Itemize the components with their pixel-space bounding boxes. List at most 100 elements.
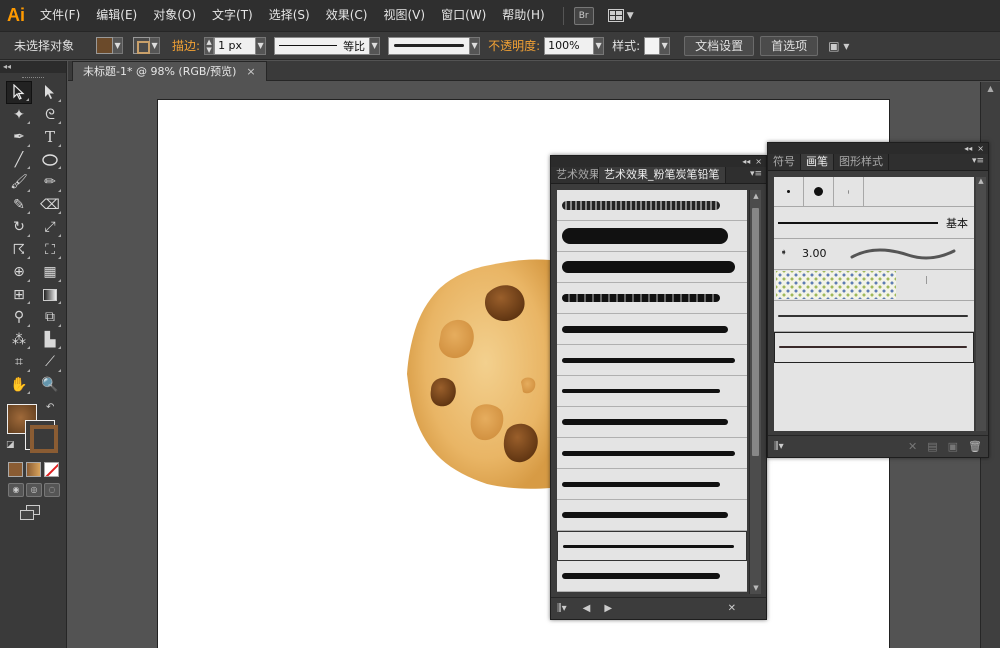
menu-file[interactable]: 文件(F) bbox=[32, 0, 88, 31]
swap-fill-stroke-icon[interactable]: ↶ bbox=[46, 402, 54, 413]
remove-stroke-icon[interactable]: ✕ bbox=[908, 440, 917, 453]
brush-libraries-menu-icon[interactable]: ⫼▾ bbox=[774, 441, 784, 452]
brush-dropdown[interactable]: ▼ bbox=[470, 36, 481, 55]
stroke-weight-dropdown[interactable]: ▼ bbox=[256, 36, 267, 55]
panel-titlebar[interactable]: ◂◂ × bbox=[551, 156, 766, 167]
rotate-tool-icon[interactable]: ↻ bbox=[6, 216, 32, 239]
mesh-tool-icon[interactable]: ⊞ bbox=[6, 284, 32, 307]
free-transform-tool-icon[interactable]: ⛶ bbox=[37, 239, 63, 262]
stroke-color-dropdown[interactable]: ▼ bbox=[133, 37, 161, 54]
close-icon[interactable]: × bbox=[246, 62, 255, 81]
column-graph-tool-icon[interactable]: ▙ bbox=[37, 329, 63, 352]
artboard-tool-icon[interactable]: ⌗ bbox=[6, 351, 32, 374]
panel-menu-icon[interactable]: ▾≡ bbox=[972, 156, 984, 166]
opacity-dropdown[interactable]: ▼ bbox=[594, 36, 605, 55]
arrange-icon[interactable]: ▣ ▾ bbox=[828, 39, 849, 53]
calligraphic-brush-3[interactable] bbox=[834, 176, 864, 207]
charcoal-brush-cell[interactable] bbox=[557, 283, 747, 314]
line-segment-tool-icon[interactable]: ╱ bbox=[6, 149, 32, 172]
magic-wand-tool-icon[interactable]: ✦ bbox=[6, 104, 32, 127]
stroke-weight-input[interactable]: 1 px bbox=[214, 36, 257, 55]
menu-object[interactable]: 对象(O) bbox=[145, 0, 204, 31]
charcoal-brush-cell[interactable] bbox=[557, 345, 747, 376]
pattern-brush-row[interactable] bbox=[774, 270, 974, 301]
charcoal-brush-cell[interactable] bbox=[557, 469, 747, 500]
collapse-icon[interactable]: ◂◂ bbox=[742, 157, 750, 166]
brush-library-menu-icon[interactable]: ⫼▾ bbox=[557, 603, 567, 614]
basic-brush-row[interactable]: 基本 bbox=[774, 207, 974, 239]
blob-brush-tool-icon[interactable]: ✎ bbox=[6, 194, 32, 217]
new-brush-icon[interactable]: ▣ bbox=[948, 440, 958, 453]
charcoal-brush-cell[interactable] bbox=[557, 438, 747, 469]
tab-graphic-styles[interactable]: 图形样式 bbox=[834, 154, 889, 170]
screen-mode-icon[interactable] bbox=[20, 505, 42, 521]
stroke-weight-stepper[interactable]: ▲ ▼ bbox=[204, 36, 215, 55]
draw-inside-icon[interactable]: ◌ bbox=[44, 483, 60, 497]
calligraphic-brush-2[interactable] bbox=[804, 176, 834, 207]
charcoal-brush-cell[interactable] bbox=[557, 376, 747, 407]
tab-chalk-charcoal-pencil[interactable]: 艺术效果_粉笔炭笔铅笔 bbox=[599, 167, 726, 183]
tab-symbols[interactable]: 符号 bbox=[768, 154, 801, 170]
stroke-color-box[interactable] bbox=[25, 420, 58, 453]
calligraphic-brush-1[interactable] bbox=[774, 176, 804, 207]
menu-help[interactable]: 帮助(H) bbox=[494, 0, 552, 31]
art-brush-row[interactable]: ➧ 3.00 bbox=[774, 239, 974, 270]
gradient-mode-icon[interactable] bbox=[26, 462, 41, 477]
document-setup-button[interactable]: 文档设置 bbox=[684, 35, 755, 56]
scroll-up-icon[interactable]: ▲ bbox=[750, 192, 762, 200]
panel-titlebar[interactable]: ◂◂ × bbox=[768, 143, 988, 154]
fill-color-dropdown[interactable]: ▼ bbox=[96, 37, 124, 54]
charcoal-brush-cell[interactable] bbox=[557, 221, 747, 252]
menu-type[interactable]: 文字(T) bbox=[204, 0, 261, 31]
slice-tool-icon[interactable]: ⟋ bbox=[37, 351, 63, 374]
scroll-down-icon[interactable]: ▼ bbox=[750, 584, 762, 592]
charcoal-brush-cell[interactable] bbox=[557, 561, 747, 592]
tab-artistic-effects[interactable]: 艺术效果 bbox=[551, 167, 599, 183]
charcoal-brush-cell[interactable] bbox=[557, 252, 747, 283]
perspective-grid-tool-icon[interactable]: ▦ bbox=[37, 261, 63, 284]
arrange-documents-button[interactable]: ▼ bbox=[607, 9, 634, 22]
eyedropper-tool-icon[interactable]: ⚲ bbox=[6, 306, 32, 329]
type-tool-icon[interactable]: T bbox=[37, 126, 63, 149]
zoom-tool-icon[interactable]: 🔍 bbox=[37, 374, 63, 397]
close-icon[interactable]: × bbox=[977, 144, 984, 153]
pen-tool-icon[interactable]: ✒ bbox=[6, 126, 32, 149]
eraser-tool-icon[interactable]: ⌫ bbox=[37, 194, 63, 217]
style-dropdown[interactable]: ▼ bbox=[660, 36, 671, 55]
draw-behind-icon[interactable]: ◎ bbox=[26, 483, 42, 497]
color-mode-icon[interactable] bbox=[8, 462, 23, 477]
draw-normal-icon[interactable]: ◉ bbox=[8, 483, 24, 497]
menu-edit[interactable]: 编辑(E) bbox=[88, 0, 145, 31]
hand-tool-icon[interactable]: ✋ bbox=[6, 374, 32, 397]
charcoal-brush-row-1[interactable] bbox=[774, 301, 974, 332]
scale-tool-icon[interactable]: ⤢ bbox=[37, 216, 63, 239]
graphic-style-swatch[interactable] bbox=[644, 36, 661, 55]
direct-selection-tool-icon[interactable] bbox=[37, 81, 63, 104]
delete-brush-icon[interactable]: 🗑 bbox=[968, 440, 982, 453]
charcoal-brush-cell[interactable] bbox=[557, 190, 747, 221]
ellipse-tool-icon[interactable] bbox=[37, 149, 63, 172]
document-tab[interactable]: 未标题-1* @ 98% (RGB/预览) × bbox=[72, 61, 267, 81]
previous-library-icon[interactable]: ◀ bbox=[583, 603, 591, 614]
brush-list-scrollbar[interactable]: ▲ ▼ bbox=[749, 190, 761, 594]
collapse-icon[interactable]: ◂◂ bbox=[964, 144, 972, 153]
tab-brushes[interactable]: 画笔 bbox=[801, 154, 834, 170]
profile-dropdown[interactable]: ▼ bbox=[370, 36, 381, 55]
close-icon[interactable]: × bbox=[755, 157, 762, 166]
tools-grip[interactable] bbox=[0, 73, 66, 81]
default-fill-stroke-icon[interactable]: ◪ bbox=[6, 440, 15, 450]
scroll-thumb[interactable] bbox=[752, 208, 759, 456]
brush-options-icon[interactable]: ▤ bbox=[927, 440, 937, 453]
charcoal-brush-cell[interactable] bbox=[557, 500, 747, 531]
next-library-icon[interactable]: ▶ bbox=[604, 603, 612, 614]
panel-menu-icon[interactable]: ▾≡ bbox=[750, 169, 762, 179]
none-mode-icon[interactable] bbox=[44, 462, 59, 477]
selection-tool-icon[interactable] bbox=[6, 81, 32, 104]
bridge-button[interactable]: Br bbox=[573, 6, 594, 25]
blend-tool-icon[interactable]: ⧉ bbox=[37, 306, 63, 329]
menu-window[interactable]: 窗口(W) bbox=[433, 0, 494, 31]
menu-effect[interactable]: 效果(C) bbox=[318, 0, 376, 31]
menu-view[interactable]: 视图(V) bbox=[375, 0, 433, 31]
scroll-up-icon[interactable]: ▲ bbox=[981, 82, 1000, 96]
tools-collapse[interactable]: ◂◂ bbox=[0, 61, 66, 73]
